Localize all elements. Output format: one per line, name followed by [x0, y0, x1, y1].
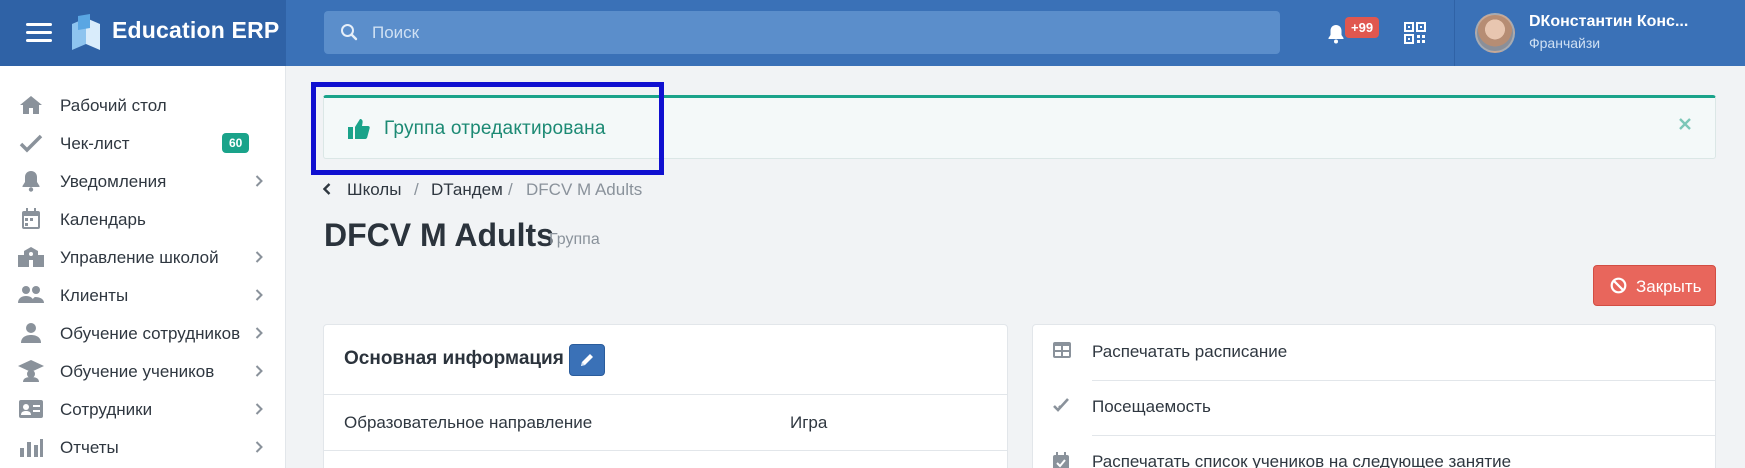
sidebar-item-label: Рабочий стол — [60, 96, 167, 115]
id-card-icon — [19, 400, 43, 418]
sidebar-item-label: Обучение сотрудников — [60, 324, 241, 343]
table-icon — [1053, 342, 1071, 358]
top-bar: Education ERP +99 DКонстантин Конс... Фр… — [0, 0, 1745, 66]
breadcrumb-schools[interactable]: Школы — [347, 180, 401, 200]
breadcrumb-separator: / — [508, 180, 513, 199]
info-row-value: Игра — [790, 413, 828, 432]
chevron-right-icon — [255, 327, 263, 339]
bar-chart-icon — [20, 439, 43, 457]
sidebar-item-clients[interactable]: Клиенты — [0, 276, 286, 314]
sidebar-item-label: Чек-лист — [60, 134, 130, 153]
breadcrumb-school[interactable]: DТандем — [431, 180, 503, 200]
sidebar-item-staff-training[interactable]: Обучение сотрудников — [0, 314, 286, 352]
sidebar-item-school-management[interactable]: Управление школой — [0, 238, 286, 276]
qr-code-icon[interactable] — [1404, 22, 1426, 44]
user-icon — [21, 323, 41, 343]
sidebar-item-label: Календарь — [60, 210, 146, 229]
search-input[interactable] — [372, 11, 1252, 54]
sidebar-item-student-training[interactable]: Обучение учеников — [0, 352, 286, 390]
home-icon — [20, 96, 42, 114]
calendar-check-icon — [1053, 452, 1069, 468]
user-role: Франчайзи — [1529, 35, 1601, 51]
action-label: Распечатать расписание — [1092, 342, 1288, 361]
action-attendance[interactable]: Посещаемость — [1033, 380, 1715, 435]
sidebar-item-label: Уведомления — [60, 172, 167, 191]
bell-icon — [22, 171, 40, 192]
close-icon[interactable] — [1679, 118, 1691, 130]
alert-message: Группа отредактирована — [384, 118, 606, 139]
action-label: Посещаемость — [1092, 397, 1211, 416]
calendar-icon — [22, 208, 40, 229]
menu-toggle-icon[interactable] — [26, 23, 52, 43]
action-print-student-list[interactable]: Распечатать список учеников на следующее… — [1033, 435, 1715, 468]
school-icon — [18, 247, 44, 267]
page-title: DFCV M Adults — [324, 217, 554, 253]
card-header: Основная информация — [324, 325, 1007, 395]
chevron-right-icon — [255, 175, 263, 187]
sidebar-item-calendar[interactable]: Календарь — [0, 200, 286, 238]
header-divider — [1454, 0, 1455, 66]
close-button-label: Закрыть — [1636, 277, 1702, 296]
action-print-schedule[interactable]: Распечатать расписание — [1033, 325, 1715, 380]
success-alert: Группа отредактирована — [323, 95, 1716, 159]
close-group-button[interactable]: Закрыть — [1593, 265, 1716, 306]
search-bar — [324, 11, 1280, 54]
sidebar-item-label: Сотрудники — [60, 400, 153, 419]
user-avatar[interactable] — [1475, 13, 1515, 53]
chevron-left-icon[interactable] — [323, 183, 331, 195]
chevron-right-icon — [255, 365, 263, 377]
sidebar-item-label: Обучение учеников — [60, 362, 215, 381]
app-name: Education ERP — [112, 17, 280, 43]
logo-icon — [72, 14, 100, 50]
search-icon — [341, 24, 358, 41]
sidebar-item-label: Отчеты — [60, 438, 119, 457]
card-title: Основная информация — [344, 348, 564, 369]
notifications-bell-icon[interactable] — [1327, 24, 1345, 44]
pencil-icon — [581, 354, 593, 366]
info-row: Образовательное направление Игра — [324, 395, 1007, 451]
check-icon — [19, 134, 43, 153]
thumbs-up-icon — [348, 119, 370, 139]
info-row-label: Образовательное направление — [344, 413, 593, 432]
chevron-right-icon — [255, 289, 263, 301]
breadcrumb-current: DFCV M Adults — [526, 180, 643, 199]
sidebar-item-dashboard[interactable]: Рабочий стол — [0, 86, 286, 124]
sidebar-item-label: Управление школой — [60, 248, 219, 267]
sidebar: Рабочий стол Чек-лист 60 Уведомления Кал… — [0, 66, 286, 468]
action-label: Распечатать список учеников на следующее… — [1092, 452, 1512, 468]
actions-card: Распечатать расписание Посещаемость Расп… — [1032, 324, 1716, 468]
notifications-count-badge[interactable]: +99 — [1345, 17, 1380, 38]
graduation-cap-icon — [18, 360, 44, 382]
brand-area: Education ERP — [0, 0, 286, 66]
sidebar-item-reports[interactable]: Отчеты — [0, 428, 286, 466]
edit-button[interactable] — [569, 344, 605, 376]
user-name[interactable]: DКонстантин Конс... — [1529, 13, 1688, 31]
chevron-right-icon — [255, 441, 263, 453]
breadcrumb-separator: / — [414, 180, 419, 199]
main-info-card: Основная информация Образовательное напр… — [323, 324, 1008, 468]
sidebar-item-checklist[interactable]: Чек-лист 60 — [0, 124, 286, 162]
checklist-count-badge: 60 — [222, 133, 250, 153]
double-check-icon — [1053, 398, 1069, 412]
sidebar-item-employees[interactable]: Сотрудники — [0, 390, 286, 428]
chevron-right-icon — [255, 251, 263, 263]
sidebar-item-label: Клиенты — [60, 286, 129, 305]
sidebar-item-notifications[interactable]: Уведомления — [0, 162, 286, 200]
ban-icon — [1610, 277, 1627, 294]
users-icon — [18, 286, 44, 303]
chevron-right-icon — [255, 403, 263, 415]
page-subtitle: Группа — [549, 231, 600, 248]
